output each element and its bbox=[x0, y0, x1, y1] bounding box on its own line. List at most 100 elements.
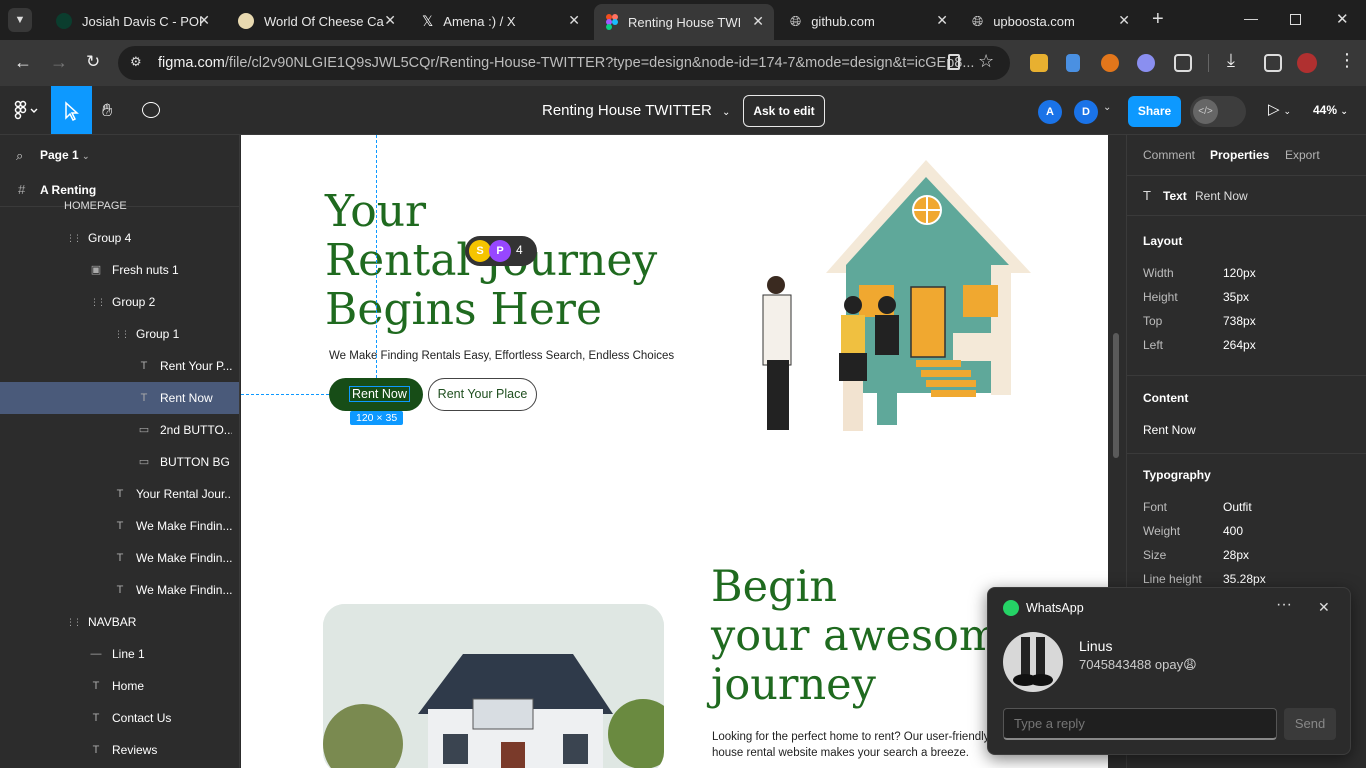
metamask-extension-icon[interactable] bbox=[1101, 54, 1119, 72]
search-icon[interactable]: ⌕ bbox=[16, 148, 23, 164]
clipboard-icon[interactable] bbox=[948, 54, 960, 70]
puzzle-extensions-icon[interactable] bbox=[1174, 54, 1192, 72]
omnibox[interactable]: ⚙︎ figma.com/file/cl2v90NLGIE1Q9sJWL5CQr… bbox=[118, 46, 1010, 80]
property-value[interactable]: 738px bbox=[1223, 314, 1256, 328]
avatar[interactable]: D bbox=[1074, 100, 1098, 124]
bookmark-star-icon[interactable]: ☆ bbox=[978, 51, 994, 72]
group-icon: ⋮⋮ bbox=[66, 617, 82, 627]
layer-row[interactable]: ▭ 2nd BUTTO... bbox=[0, 414, 239, 446]
layer-row[interactable]: T Contact Us bbox=[0, 702, 239, 734]
close-tab-icon[interactable]: ✕ bbox=[936, 12, 948, 29]
tab-comment[interactable]: Comment bbox=[1143, 148, 1195, 162]
property-value[interactable]: 264px bbox=[1223, 338, 1256, 352]
collaborator-cursors[interactable]: S P 4 bbox=[465, 236, 537, 266]
layer-row[interactable]: ⋮⋮ Group 4 bbox=[0, 222, 239, 254]
property-value[interactable]: 35.28px bbox=[1223, 572, 1266, 586]
browser-tab-x[interactable]: 𝕏 Amena :) / X ✕ bbox=[410, 6, 590, 36]
gamepad-extension-icon[interactable] bbox=[1137, 54, 1155, 72]
sidepanel-icon[interactable] bbox=[1264, 54, 1282, 72]
layer-row[interactable]: ⋮⋮ Group 1 bbox=[0, 318, 239, 350]
send-button[interactable]: Send bbox=[1284, 708, 1336, 740]
reply-input[interactable] bbox=[1003, 708, 1277, 740]
comment-tool-icon[interactable] bbox=[142, 102, 160, 118]
site-info-icon[interactable]: ⚙︎ bbox=[130, 54, 142, 70]
minimize-icon[interactable]: — bbox=[1244, 10, 1258, 26]
layer-row[interactable]: ▣ Fresh nuts 1 bbox=[0, 254, 239, 286]
close-icon[interactable]: ✕ bbox=[1318, 599, 1330, 616]
avatar[interactable]: A bbox=[1038, 100, 1062, 124]
rent-your-place-button[interactable]: Rent Your Place bbox=[428, 378, 537, 411]
file-title[interactable]: Renting House TWITTER ⌄ bbox=[542, 102, 730, 119]
cheese-favicon-icon bbox=[238, 13, 254, 29]
folder-extension-icon[interactable] bbox=[1030, 54, 1048, 72]
chevron-down-icon[interactable]: ⌄ bbox=[1103, 102, 1111, 113]
back-icon[interactable]: ← bbox=[14, 52, 32, 73]
section-paragraph[interactable]: Looking for the perfect home to rent? Ou… bbox=[712, 729, 992, 761]
page-selector[interactable]: Page 1 ⌄ bbox=[40, 148, 90, 162]
layer-row[interactable]: ▭ BUTTON BG bbox=[0, 446, 239, 478]
close-tab-icon[interactable]: ✕ bbox=[384, 12, 396, 29]
rent-now-label[interactable]: Rent Now bbox=[349, 386, 410, 402]
close-tab-icon[interactable]: ✕ bbox=[198, 12, 210, 29]
partial-layer-label[interactable]: HOMEPAGE bbox=[64, 200, 127, 212]
dev-mode-toggle[interactable]: </> bbox=[1190, 96, 1246, 127]
url-text[interactable]: figma.com/file/cl2v90NLGIE1Q9sJWL5CQr/Re… bbox=[158, 55, 974, 71]
layer-row[interactable]: T We Make Findin... bbox=[0, 510, 239, 542]
hero-subtitle[interactable]: We Make Finding Rentals Easy, Effortless… bbox=[329, 350, 674, 362]
browser-tab-github[interactable]: 🌐︎ github.com ✕ bbox=[778, 6, 958, 36]
download-icon[interactable]: ⤓ bbox=[1227, 50, 1235, 71]
new-tab-icon[interactable]: + bbox=[1152, 8, 1164, 31]
share-button[interactable]: Share bbox=[1128, 96, 1181, 127]
property-value[interactable]: 120px bbox=[1223, 266, 1256, 280]
tab-export[interactable]: Export bbox=[1285, 148, 1320, 162]
frame-layer[interactable]: A Renting bbox=[40, 183, 96, 197]
design-canvas[interactable]: Your Rental Journey Begins Here S P 4 We… bbox=[241, 135, 1108, 768]
property-value[interactable]: 400 bbox=[1223, 524, 1243, 538]
property-value[interactable]: 35px bbox=[1223, 290, 1249, 304]
forward-icon[interactable]: → bbox=[50, 52, 68, 73]
present-play-icon[interactable]: ▷ ⌄ bbox=[1268, 100, 1291, 118]
close-window-icon[interactable]: ✕ bbox=[1336, 10, 1349, 28]
rent-now-button[interactable]: Rent Now bbox=[329, 378, 423, 411]
chevron-down-icon[interactable]: ⌄ bbox=[722, 107, 730, 118]
layer-row[interactable]: T Reviews bbox=[0, 734, 239, 766]
layer-label: Line 1 bbox=[112, 647, 145, 661]
zoom-level[interactable]: 44% ⌄ bbox=[1313, 103, 1348, 117]
more-options-icon[interactable]: ··· bbox=[1276, 596, 1292, 614]
close-tab-icon[interactable]: ✕ bbox=[568, 12, 580, 29]
tab-search-button[interactable]: ▼ bbox=[8, 8, 32, 32]
layer-row[interactable]: T We Make Findin... bbox=[0, 574, 239, 606]
content-value[interactable]: Rent Now bbox=[1143, 423, 1196, 437]
layer-row[interactable]: T Your Rental Jour... bbox=[0, 478, 239, 510]
browser-tab-cheese-cake[interactable]: World Of Cheese Cak ✕ bbox=[226, 6, 406, 36]
move-tool-button[interactable] bbox=[51, 86, 92, 134]
ask-to-edit-button[interactable]: Ask to edit bbox=[743, 95, 825, 127]
close-tab-icon[interactable]: ✕ bbox=[1118, 12, 1130, 29]
house-illustration[interactable] bbox=[741, 155, 1041, 450]
section-heading[interactable]: Begin your awesome journey bbox=[711, 563, 1025, 710]
profile-avatar[interactable] bbox=[1297, 53, 1317, 73]
layer-row[interactable]: ⋮⋮ NAVBAR bbox=[0, 606, 239, 638]
layer-row[interactable]: T Rent Your P... bbox=[0, 350, 239, 382]
layer-row[interactable]: ⋮⋮ Group 2 bbox=[0, 286, 239, 318]
layer-row[interactable]: T We Make Findin... bbox=[0, 542, 239, 574]
canvas-scrollbar[interactable] bbox=[1113, 333, 1119, 458]
browser-tab-figma[interactable]: Renting House TWITT ✕ bbox=[594, 4, 774, 40]
whatsapp-notification[interactable]: WhatsApp ··· ✕ Linus 7045843488 opay😩 Se… bbox=[987, 587, 1351, 755]
layer-row[interactable]: T Rent Now bbox=[0, 382, 239, 414]
hand-tool-icon[interactable]: ✋︎ bbox=[102, 100, 112, 121]
tab-properties[interactable]: Properties bbox=[1210, 148, 1269, 162]
property-value[interactable]: 28px bbox=[1223, 548, 1249, 562]
figma-main-menu-icon[interactable] bbox=[14, 100, 38, 125]
layer-row[interactable]: — Line 1 bbox=[0, 638, 239, 670]
browser-menu-icon[interactable]: ⋮ bbox=[1338, 50, 1356, 71]
house-photo[interactable] bbox=[323, 604, 664, 768]
property-value[interactable]: Outfit bbox=[1223, 500, 1252, 514]
reload-icon[interactable]: ↻ bbox=[86, 52, 100, 72]
close-tab-icon[interactable]: ✕ bbox=[752, 13, 764, 30]
docs-extension-icon[interactable] bbox=[1066, 54, 1080, 72]
layer-row[interactable]: T Home bbox=[0, 670, 239, 702]
restore-icon[interactable] bbox=[1290, 14, 1301, 25]
browser-tab-upboosta[interactable]: 🌐︎ upboosta.com ✕ bbox=[960, 6, 1140, 36]
browser-tab-portfolio[interactable]: Josiah Davis C - PORT ✕ bbox=[44, 6, 220, 36]
